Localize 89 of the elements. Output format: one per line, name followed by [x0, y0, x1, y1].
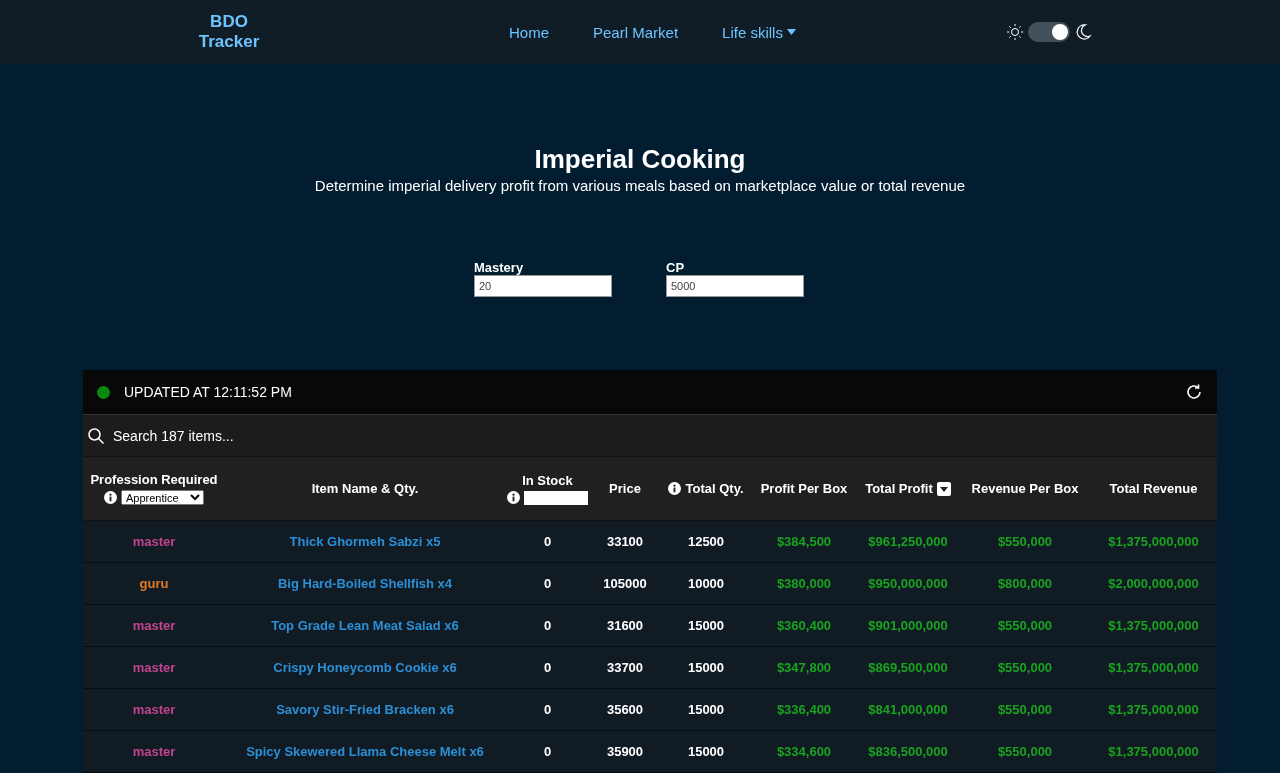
- input-field[interactable]: 20: [474, 275, 612, 297]
- table-cell: $800,000: [997, 576, 1053, 591]
- table-cell: $841,000,000: [868, 702, 948, 717]
- search-field[interactable]: Search 187 items...: [111, 426, 1213, 445]
- profession-select[interactable]: Apprentice: [121, 490, 204, 505]
- table-cell: 35900: [606, 744, 644, 759]
- column-header[interactable]: Price: [609, 481, 641, 496]
- page-subtitle: Determine imperial delivery profit from various meals based on marketplace value or total revenue: [314, 177, 966, 194]
- column-header[interactable]: Profession Required: [90, 472, 218, 487]
- column-header[interactable]: In Stock: [522, 472, 573, 488]
- table-cell: 33100: [606, 534, 644, 549]
- refresh-icon[interactable]: [1185, 383, 1203, 401]
- info-icon[interactable]: [507, 491, 520, 504]
- table-cell: $1,375,000,000: [1108, 744, 1199, 759]
- field-label: CP: [666, 260, 686, 275]
- table-cell: 12500: [687, 534, 725, 549]
- table-cell: $550,000: [997, 660, 1053, 675]
- column-header[interactable]: Total Revenue: [1109, 481, 1198, 496]
- search-bar[interactable]: Search 187 items...: [83, 414, 1217, 456]
- item-link[interactable]: Big Hard-Boiled Shellfish x4: [277, 576, 453, 591]
- table-cell: $1,375,000,000: [1108, 618, 1199, 633]
- sun-icon: [1006, 23, 1024, 41]
- table-cell: 0: [543, 660, 552, 675]
- logo[interactable]: BDO Tracker: [189, 12, 269, 52]
- moon-icon: [1074, 23, 1092, 41]
- table-cell: $836,500,000: [868, 744, 948, 759]
- tier-label: master: [132, 534, 176, 549]
- info-icon[interactable]: [104, 491, 117, 504]
- tier-label: master: [132, 702, 176, 717]
- theme-toggle[interactable]: [1028, 22, 1070, 42]
- table-cell: 33700: [606, 660, 644, 675]
- update-time: UPDATED AT 12:11:52 PM: [124, 384, 293, 400]
- table-cell: $550,000: [997, 534, 1053, 549]
- input-field[interactable]: 5000: [666, 275, 804, 297]
- nav-link[interactable]: Life skills: [722, 23, 796, 41]
- table-cell: $384,500: [776, 534, 832, 549]
- table-cell: 15000: [687, 660, 725, 675]
- table-cell: 0: [543, 702, 552, 717]
- table-cell: $950,000,000: [868, 576, 948, 591]
- status-dot: [97, 385, 110, 399]
- table-cell: $1,375,000,000: [1108, 702, 1199, 717]
- item-link[interactable]: Spicy Skewered Llama Cheese Melt x6: [246, 744, 484, 759]
- table-cell: 15000: [687, 744, 725, 759]
- table-cell: $901,000,000: [868, 618, 948, 633]
- table-cell: 31600: [606, 618, 644, 633]
- sort-icon[interactable]: [936, 481, 951, 496]
- table-cell: $961,250,000: [868, 534, 948, 549]
- field-label: Mastery: [474, 260, 525, 275]
- table-cell: 0: [543, 618, 552, 633]
- table-cell: $334,600: [776, 744, 832, 759]
- column-header[interactable]: Item Name & Qty.: [311, 481, 419, 496]
- tier-label: master: [132, 618, 176, 633]
- table-cell: 0: [543, 744, 552, 759]
- table-cell: $550,000: [997, 744, 1053, 759]
- column-header[interactable]: Total Qty.: [685, 481, 744, 496]
- nav-link[interactable]: Pearl Market: [593, 23, 679, 41]
- item-link[interactable]: Savory Stir-Fried Bracken x6: [276, 702, 454, 717]
- column-header[interactable]: Total Profit: [865, 481, 933, 496]
- table-cell: $869,500,000: [868, 660, 948, 675]
- item-link[interactable]: Top Grade Lean Meat Salad x6: [271, 618, 459, 633]
- tier-label: master: [132, 744, 176, 759]
- table-cell: 10000: [687, 576, 725, 591]
- table-cell: $360,400: [776, 618, 832, 633]
- table-cell: 0: [543, 576, 552, 591]
- search-icon: [87, 426, 105, 445]
- table-cell: $1,375,000,000: [1108, 534, 1199, 549]
- table-cell: $347,800: [776, 660, 832, 675]
- column-header[interactable]: Revenue Per Box: [971, 481, 1079, 496]
- tier-label: master: [132, 660, 176, 675]
- column-header[interactable]: Profit Per Box: [760, 481, 848, 496]
- table-cell: 15000: [687, 702, 725, 717]
- table-cell: $550,000: [997, 618, 1053, 633]
- table-cell: 35600: [606, 702, 644, 717]
- tier-label: guru: [139, 576, 169, 591]
- table-cell: 105000: [603, 576, 647, 591]
- table-cell: $1,375,000,000: [1108, 660, 1199, 675]
- item-link[interactable]: Thick Ghormeh Sabzi x5: [289, 534, 441, 549]
- nav-link[interactable]: Home: [509, 23, 549, 41]
- table-cell: $336,400: [776, 702, 832, 717]
- item-link[interactable]: Crispy Honeycomb Cookie x6: [273, 660, 457, 675]
- table-cell: $2,000,000,000: [1108, 576, 1199, 591]
- table-cell: $550,000: [997, 702, 1053, 717]
- info-icon[interactable]: [668, 482, 682, 495]
- table-cell: $380,000: [776, 576, 832, 591]
- table-cell: 15000: [687, 618, 725, 633]
- stock-filter-field[interactable]: [524, 490, 588, 505]
- page-title: Imperial Cooking: [534, 144, 746, 175]
- caret-icon: [786, 29, 796, 35]
- table-cell: 0: [543, 534, 552, 549]
